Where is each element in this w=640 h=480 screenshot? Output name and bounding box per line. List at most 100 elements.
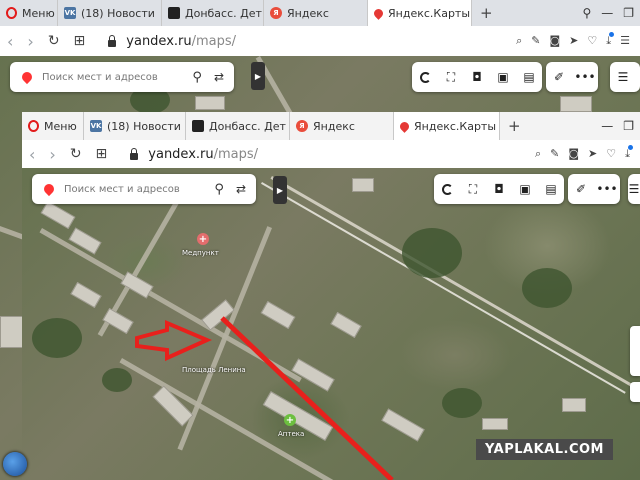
locate-control[interactable] bbox=[630, 382, 640, 402]
traffic-icon[interactable]: ▤ bbox=[538, 174, 564, 204]
tab-label: Яндекс bbox=[287, 6, 329, 20]
back-button[interactable]: ‹ bbox=[29, 145, 35, 164]
search-icon[interactable]: ⚲ bbox=[192, 70, 202, 85]
address-bar-icons: ⌕ ✎ ◙ ➤ ♡ ⤓ bbox=[535, 145, 640, 161]
location-pin-icon bbox=[19, 69, 35, 85]
tab-label: Меню bbox=[22, 6, 55, 20]
yandex-icon: Я bbox=[296, 120, 308, 132]
inner-tab-vk[interactable]: VK (18) Новости bbox=[84, 112, 186, 140]
tab-label: (18) Новости bbox=[107, 119, 181, 133]
search-icon[interactable]: ⌕ bbox=[535, 147, 541, 161]
map-pin-icon bbox=[398, 119, 411, 133]
route-icon[interactable]: ⇄ bbox=[236, 182, 246, 196]
outer-tab-yandex[interactable]: Я Яндекс bbox=[264, 0, 368, 26]
tab-label: Яндекс bbox=[313, 119, 355, 133]
building bbox=[195, 96, 225, 110]
menu-icon[interactable]: ☰ bbox=[620, 34, 630, 48]
transport-icon[interactable]: ▣ bbox=[512, 174, 538, 204]
more-icon[interactable]: ••• bbox=[572, 62, 598, 92]
photo-icon[interactable]: ◘ bbox=[486, 174, 512, 204]
outer-tab-menu[interactable]: Меню bbox=[0, 0, 58, 26]
tab-search-icon[interactable]: ⚲ bbox=[582, 6, 591, 20]
more-icon[interactable]: ••• bbox=[594, 174, 620, 204]
inner-layer-controls: ⛶ ◘ ▣ ▤ bbox=[434, 174, 564, 204]
window-controls: — ❐ bbox=[601, 112, 640, 140]
inner-tab-menu[interactable]: Меню bbox=[22, 112, 84, 140]
reload-button[interactable]: ↻ bbox=[70, 146, 82, 162]
search-placeholder: Поиск мест и адресов bbox=[42, 71, 158, 83]
send-icon[interactable]: ➤ bbox=[588, 147, 597, 161]
building bbox=[560, 96, 592, 112]
address-bar-icons: ⌕ ✎ ◙ ➤ ♡ ⤓ ☰ bbox=[516, 32, 640, 48]
opera-logo-icon bbox=[28, 120, 39, 132]
photo-icon[interactable]: ◘ bbox=[464, 62, 490, 92]
url-field[interactable]: yandex.ru/maps/ bbox=[126, 34, 236, 49]
outer-layer-controls: ⛶ ◘ ▣ ▤ bbox=[412, 62, 542, 92]
send-icon[interactable]: ➤ bbox=[569, 34, 578, 48]
outer-tab-donbass[interactable]: Донбасс. Дет bbox=[162, 0, 264, 26]
lock-icon bbox=[108, 34, 117, 47]
watermark: YAPLAKAL.COM bbox=[476, 439, 613, 460]
vk-icon: VK bbox=[90, 120, 102, 132]
panorama-icon[interactable]: ⛶ bbox=[460, 174, 486, 204]
layers-icon[interactable] bbox=[412, 62, 438, 92]
forward-button[interactable]: › bbox=[27, 32, 33, 51]
outer-search-box[interactable]: Поиск мест и адресов ⚲ ⇄ bbox=[10, 62, 234, 92]
hamburger-icon[interactable]: ☰ bbox=[610, 62, 636, 92]
minimize-button[interactable]: — bbox=[601, 6, 613, 20]
outer-tab-vk[interactable]: VK (18) Новости ✕ bbox=[58, 0, 162, 26]
windows-start-icon[interactable] bbox=[3, 452, 27, 476]
lock-icon bbox=[130, 147, 139, 160]
map-pin-icon bbox=[372, 6, 385, 20]
close-icon[interactable]: ✕ bbox=[155, 7, 162, 20]
hamburger-icon[interactable]: ☰ bbox=[628, 174, 640, 204]
opera-logo-icon bbox=[6, 7, 17, 19]
inner-search-box[interactable]: Поиск мест и адресов ⚲ ⇄ bbox=[32, 174, 256, 204]
panel-toggle-button[interactable]: ▶ bbox=[251, 62, 265, 90]
traffic-icon[interactable]: ▤ bbox=[516, 62, 542, 92]
speed-dial-icon[interactable]: ⊞ bbox=[96, 146, 108, 162]
download-icon[interactable]: ⤓ bbox=[606, 32, 614, 48]
forward-button[interactable]: › bbox=[49, 145, 55, 164]
inner-tab-yandex-maps[interactable]: Яндекс.Карты ✕ bbox=[394, 112, 500, 140]
route-icon[interactable]: ⇄ bbox=[214, 70, 224, 84]
new-tab-button[interactable]: + bbox=[500, 112, 529, 140]
panel-toggle-button[interactable]: ▶ bbox=[273, 176, 287, 204]
camera-icon[interactable]: ◙ bbox=[568, 147, 579, 161]
speed-dial-icon[interactable]: ⊞ bbox=[74, 33, 86, 49]
ruler-icon[interactable]: ✐ bbox=[568, 174, 594, 204]
heart-icon[interactable]: ♡ bbox=[587, 34, 597, 48]
new-tab-button[interactable]: + bbox=[472, 0, 501, 26]
red-arrow-annotation bbox=[135, 319, 212, 362]
search-placeholder: Поиск мест и адресов bbox=[64, 183, 180, 195]
reload-button[interactable]: ↻ bbox=[48, 33, 60, 49]
transport-icon[interactable]: ▣ bbox=[490, 62, 516, 92]
donbass-icon bbox=[192, 120, 204, 132]
maximize-button[interactable]: ❐ bbox=[623, 119, 634, 133]
minimize-button[interactable]: — bbox=[601, 119, 613, 133]
search-icon[interactable]: ⌕ bbox=[516, 34, 522, 48]
search-icon[interactable]: ⚲ bbox=[214, 182, 224, 197]
download-icon[interactable]: ⤓ bbox=[625, 145, 633, 161]
heart-icon[interactable]: ♡ bbox=[606, 147, 616, 161]
edit-icon[interactable]: ✎ bbox=[550, 147, 559, 161]
outer-address-bar: ‹ › ↻ ⊞ yandex.ru/maps/ ⌕ ✎ ◙ ➤ ♡ ⤓ ☰ bbox=[0, 26, 640, 56]
url-field[interactable]: yandex.ru/maps/ bbox=[148, 147, 258, 162]
panorama-icon[interactable]: ⛶ bbox=[438, 62, 464, 92]
inner-map-view[interactable]: + Медпункт Площадь Ленина + Аптека bbox=[22, 168, 640, 480]
red-line-annotation bbox=[220, 316, 394, 480]
inner-tab-bar: Меню VK (18) Новости Донбасс. Дет Я Янде… bbox=[22, 112, 640, 140]
edit-icon[interactable]: ✎ bbox=[531, 34, 540, 48]
outer-tab-yandex-maps[interactable]: Яндекс.Карты ✕ bbox=[368, 0, 472, 26]
maximize-button[interactable]: ❐ bbox=[623, 6, 634, 20]
ruler-icon[interactable]: ✐ bbox=[546, 62, 572, 92]
inner-tab-yandex[interactable]: Я Яндекс bbox=[290, 112, 394, 140]
inner-tab-donbass[interactable]: Донбасс. Дет bbox=[186, 112, 290, 140]
zoom-controls[interactable] bbox=[630, 326, 640, 376]
camera-icon[interactable]: ◙ bbox=[549, 34, 560, 48]
tab-label: Донбасс. Дет bbox=[209, 119, 286, 133]
tab-label: Меню bbox=[44, 119, 77, 133]
back-button[interactable]: ‹ bbox=[7, 32, 13, 51]
layers-icon[interactable] bbox=[434, 174, 460, 204]
outer-tools-controls: ✐ ••• bbox=[546, 62, 598, 92]
